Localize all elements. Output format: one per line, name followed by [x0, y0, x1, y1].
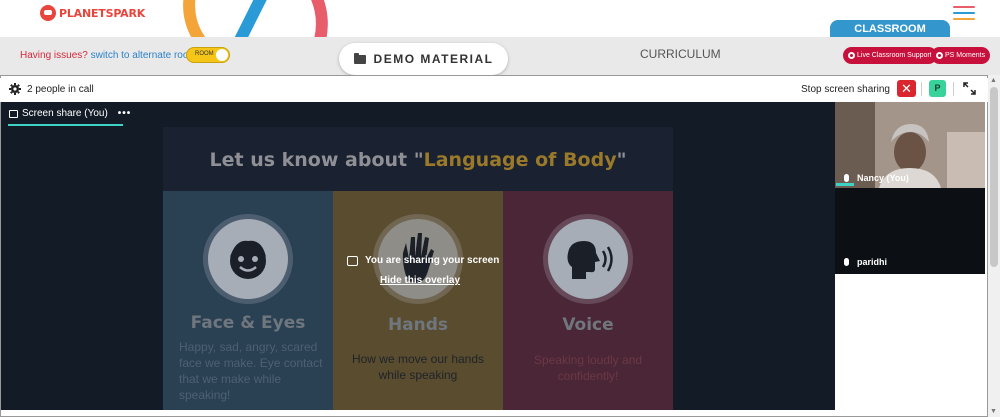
presentation-slide: Let us know about "Language of Body" Fac…: [163, 127, 673, 410]
toggle-knob: [216, 49, 228, 61]
hide-overlay-link[interactable]: Hide this overlay: [380, 275, 460, 286]
room-toggle[interactable]: ROOM: [186, 47, 230, 63]
folder-icon: [353, 52, 366, 64]
voice-icon: [548, 219, 628, 299]
demo-material-label: DEMO MATERIAL: [373, 52, 494, 66]
page-scrollbar[interactable]: ▲ ▼: [988, 75, 1000, 417]
fullscreen-icon[interactable]: [963, 82, 976, 95]
divider: [921, 82, 922, 96]
participant-name: paridhi: [857, 257, 888, 267]
screen-share-icon: [9, 109, 18, 118]
participant-video-paridhi[interactable]: paridhi: [835, 188, 985, 274]
slide-title: Let us know about "Language of Body": [209, 149, 627, 171]
participant-name: Nancy (You): [857, 173, 909, 183]
slide-column-voice: Voice Speaking loudly and confidently!: [503, 191, 673, 410]
scrollbar-thumb[interactable]: [990, 87, 998, 267]
face-eyes-desc: Happy, sad, angry, scared face we make. …: [179, 340, 323, 402]
divider: [953, 82, 954, 96]
screen-share-tab-label: Screen share (You): [22, 108, 108, 119]
ps-moments-label: PS Moments: [945, 52, 986, 59]
scroll-up-icon[interactable]: ▲: [990, 77, 997, 84]
hands-desc: How we move our hands while speaking: [351, 352, 485, 382]
hands-label: Hands: [387, 315, 449, 335]
room-toggle-label: ROOM: [195, 51, 214, 57]
slide-title-highlight: Language of Body: [423, 149, 617, 171]
speaking-indicator: [836, 183, 854, 186]
issues-notice: Having issues? switch to alternate room: [20, 50, 197, 61]
curriculum-tab[interactable]: CURRICULUM: [640, 47, 721, 61]
scroll-down-icon[interactable]: ▼: [990, 408, 997, 415]
live-support-button[interactable]: Live Classroom Support: [843, 47, 937, 64]
sharing-overlay-message: You are sharing your screen: [347, 255, 499, 266]
alternate-room-link[interactable]: switch to alternate room: [91, 50, 197, 61]
stop-sharing-label[interactable]: Stop screen sharing: [801, 84, 890, 95]
face-icon: [208, 219, 288, 299]
classroom-tab[interactable]: CLASSROOM: [830, 20, 950, 38]
gear-icon[interactable]: [9, 83, 21, 95]
logo-text: PLANETSPARK: [59, 6, 146, 20]
voice-desc: Speaking loudly and confidently!: [533, 353, 643, 383]
more-options-icon[interactable]: •••: [118, 108, 132, 119]
mic-icon: [844, 174, 849, 182]
screen-share-tab[interactable]: Screen share (You) •••: [9, 108, 131, 119]
participant-video-nancy[interactable]: Nancy (You): [835, 102, 985, 188]
upload-icon: [347, 255, 358, 266]
planetspark-logo[interactable]: PLANETSPARK: [40, 5, 145, 21]
face-eyes-label: Face & Eyes: [190, 313, 306, 333]
sharing-overlay-text: You are sharing your screen: [365, 255, 500, 266]
live-support-label: Live Classroom Support: [857, 52, 932, 59]
slide-column-face: Face & Eyes Happy, sad, angry, scared fa…: [163, 191, 333, 410]
support-icon: [848, 52, 855, 59]
app-page: PLANETSPARK CLASSROOM Having issues? swi…: [0, 0, 1000, 417]
people-count: 2 people in call: [27, 84, 94, 95]
ps-moments-button[interactable]: PS Moments: [931, 47, 991, 64]
demo-material-button[interactable]: DEMO MATERIAL: [339, 43, 508, 75]
stop-sharing-button[interactable]: ✕: [897, 80, 916, 97]
issues-text: Having issues?: [20, 50, 88, 61]
mic-icon: [844, 258, 849, 266]
decorative-swoosh-icon: [183, 0, 328, 40]
slide-column-hands: Hands How we move our hands while speaki…: [333, 191, 503, 410]
active-tab-indicator: [8, 124, 123, 126]
voice-label: Voice: [562, 315, 614, 335]
participant-badge[interactable]: P: [929, 80, 946, 97]
logo-icon: [40, 5, 56, 21]
hamburger-menu-icon[interactable]: [953, 6, 975, 20]
moments-icon: [936, 52, 943, 59]
